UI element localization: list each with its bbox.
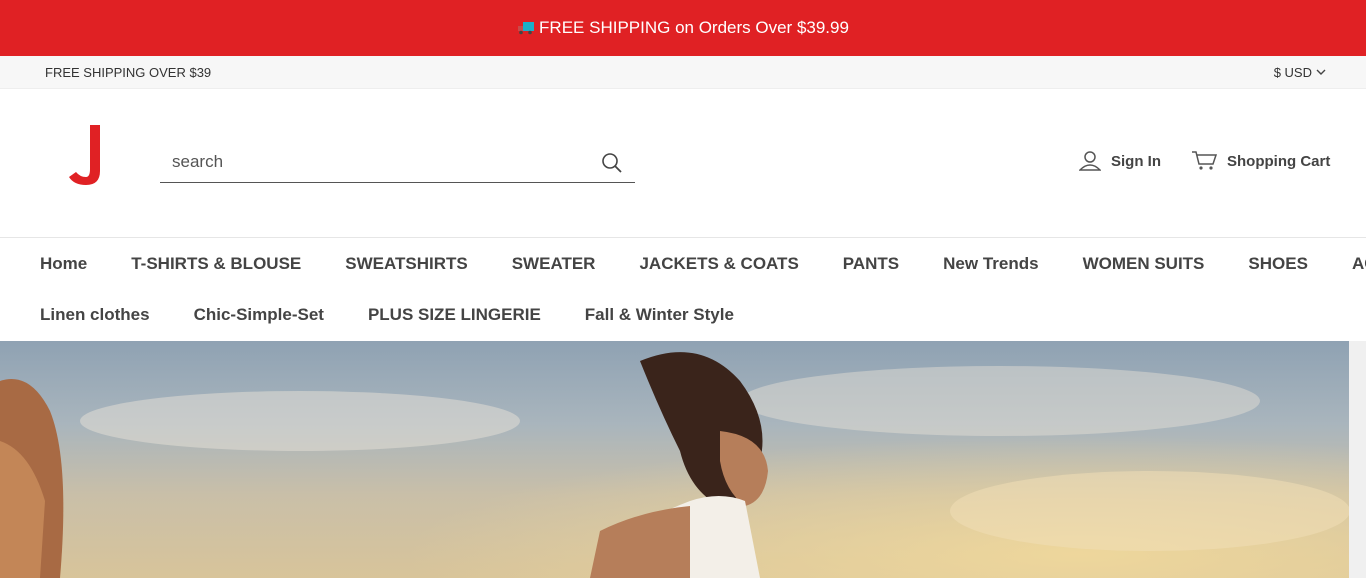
utility-bar: FREE SHIPPING OVER $39 $ USD — [0, 56, 1366, 89]
nav-item-shoes[interactable]: SHOES — [1248, 254, 1308, 274]
shopping-cart-link[interactable]: Shopping Cart — [1191, 151, 1330, 171]
nav-item-sweater[interactable]: SWEATER — [512, 254, 596, 274]
hero-banner-image[interactable] — [0, 341, 1349, 578]
nav-item-home[interactable]: Home — [40, 254, 87, 274]
nav-item-fall-winter-style[interactable]: Fall & Winter Style — [585, 305, 734, 325]
nav-item-sweatshirts[interactable]: SWEATSHIRTS — [345, 254, 467, 274]
nav-item-plus-size-lingerie[interactable]: PLUS SIZE LINGERIE — [368, 305, 541, 325]
truck-icon — [518, 22, 535, 35]
hero-photo — [0, 341, 1349, 578]
nav-item-pants[interactable]: PANTS — [843, 254, 899, 274]
nav-row-2: Linen clothes Chic-Simple-Set PLUS SIZE … — [40, 305, 778, 325]
nav-item-chic-simple-set[interactable]: Chic-Simple-Set — [194, 305, 324, 325]
promo-text: FREE SHIPPING on Orders Over $39.99 — [539, 18, 849, 37]
nav-item-acc[interactable]: ACC — [1352, 254, 1366, 274]
currency-label: $ USD — [1273, 65, 1312, 80]
search-input[interactable] — [160, 146, 580, 178]
cart-label: Shopping Cart — [1227, 152, 1331, 170]
promo-banner: FREE SHIPPING on Orders Over $39.99 — [0, 0, 1366, 56]
currency-selector[interactable]: $ USD — [1274, 65, 1326, 80]
sign-in-label: Sign In — [1111, 152, 1161, 170]
search-icon[interactable] — [601, 152, 623, 174]
nav-row-1: Home T-SHIRTS & BLOUSE SWEATSHIRTS SWEAT… — [40, 254, 1366, 274]
sign-in-link[interactable]: Sign In — [1079, 151, 1161, 171]
nav-item-linen-clothes[interactable]: Linen clothes — [40, 305, 150, 325]
shipping-note: FREE SHIPPING OVER $39 — [45, 65, 212, 80]
chevron-down-icon — [1316, 69, 1326, 75]
page-scrollbar[interactable] — [1349, 341, 1366, 578]
cart-icon — [1192, 151, 1217, 170]
search-bar — [160, 146, 635, 183]
nav-item-new-trends[interactable]: New Trends — [943, 254, 1038, 274]
user-icon — [1079, 151, 1101, 171]
site-header: Sign In Shopping Cart — [0, 89, 1366, 238]
nav-item-jackets-coats[interactable]: JACKETS & COATS — [639, 254, 798, 274]
main-nav: Home T-SHIRTS & BLOUSE SWEATSHIRTS SWEAT… — [0, 239, 1366, 341]
brand-logo[interactable] — [60, 119, 116, 191]
nav-item-women-suits[interactable]: WOMEN SUITS — [1083, 254, 1205, 274]
nav-item-tshirts-blouse[interactable]: T-SHIRTS & BLOUSE — [131, 254, 301, 274]
